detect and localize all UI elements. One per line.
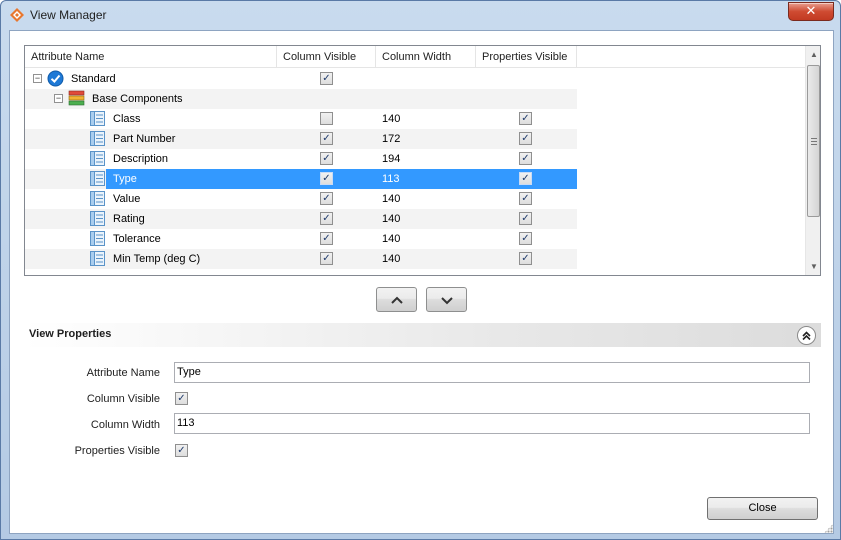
properties-visible-checkbox[interactable]: ✓ [519, 112, 532, 125]
attribute-icon [90, 191, 105, 206]
column-visible-checkbox[interactable]: ✓ [320, 172, 333, 185]
attribute-icon [90, 151, 105, 166]
column-visible-checkbox[interactable]: ✓ [320, 132, 333, 145]
attribute-name-label: Attribute Name [86, 367, 160, 379]
attribute-icon [90, 171, 105, 186]
table-row[interactable]: Type ✓ 113 ✓ [25, 169, 577, 189]
column-width-field[interactable]: 113 [174, 413, 810, 434]
attribute-name-cell: Min Temp (deg C) [113, 253, 201, 265]
column-width-cell[interactable]: 140 [382, 189, 400, 209]
collapse-toggle-icon[interactable]: − [54, 94, 63, 103]
column-visible-label: Column Visible [86, 393, 160, 405]
column-visible-checkbox[interactable]: ✓ [320, 212, 333, 225]
column-width-label: Column Width [90, 419, 160, 431]
app-logo-icon [10, 8, 24, 22]
attribute-icon [90, 131, 105, 146]
attribute-name-cell: Class [113, 113, 141, 125]
table-row[interactable]: − Standard ✓ [25, 69, 577, 89]
properties-visible-checkbox[interactable]: ✓ [175, 444, 188, 457]
attribute-name-cell: Standard [71, 73, 116, 85]
table-row[interactable]: Description ✓ 194 ✓ [25, 149, 577, 169]
resize-grip-icon[interactable] [824, 524, 833, 533]
attribute-name-cell: Value [113, 193, 141, 205]
scrollbar-thumb[interactable] [807, 65, 820, 217]
column-visible-checkbox[interactable]: ✓ [320, 232, 333, 245]
attribute-name-cell: Part Number [113, 133, 176, 145]
table-row[interactable]: Tolerance ✓ 140 ✓ [25, 229, 577, 249]
move-up-button[interactable] [376, 287, 417, 312]
window-close-button[interactable]: ✕ [788, 2, 834, 21]
view-properties-title: View Properties [29, 328, 112, 340]
column-visible-checkbox[interactable]: ✓ [320, 72, 333, 85]
collapse-toggle-icon[interactable]: − [33, 74, 42, 83]
properties-visible-checkbox[interactable]: ✓ [519, 132, 532, 145]
properties-visible-checkbox[interactable]: ✓ [519, 252, 532, 265]
chevron-up-icon [391, 296, 403, 304]
vertical-scrollbar[interactable]: ▲ ▼ [805, 46, 820, 275]
column-width-cell[interactable]: 140 [382, 109, 400, 129]
attribute-name-cell: Rating [113, 213, 145, 225]
column-width-cell[interactable]: 140 [382, 229, 400, 249]
attribute-name-cell: Tolerance [113, 233, 161, 245]
column-width-cell[interactable]: 140 [382, 209, 400, 229]
dialog-client-area: Attribute Name Column Visible Column Wid… [9, 30, 834, 534]
attribute-icon [90, 111, 105, 126]
column-width-cell[interactable]: 113 [382, 169, 400, 189]
title-bar[interactable]: View Manager ✕ [1, 1, 840, 29]
table-row[interactable]: Part Number ✓ 172 ✓ [25, 129, 577, 149]
attribute-name-cell: Type [113, 173, 137, 185]
selection-highlight [106, 169, 577, 189]
attribute-icon [90, 251, 105, 266]
table-row[interactable]: Class 140 ✓ [25, 109, 577, 129]
table-row[interactable]: Min Temp (deg C) ✓ 140 ✓ [25, 249, 577, 269]
stack-icon [68, 90, 85, 106]
close-button[interactable]: Close [707, 497, 818, 520]
column-visible-checkbox[interactable]: ✓ [320, 192, 333, 205]
chevron-down-icon [441, 297, 453, 305]
properties-visible-label: Properties Visible [74, 445, 160, 457]
properties-visible-checkbox[interactable]: ✓ [519, 212, 532, 225]
column-visible-checkbox[interactable]: ✓ [320, 252, 333, 265]
properties-visible-checkbox[interactable]: ✓ [519, 192, 532, 205]
scroll-up-arrow-icon[interactable]: ▲ [806, 46, 820, 63]
scrollbar-grip-icon [811, 138, 817, 145]
attribute-name-cell: Description [113, 153, 169, 165]
collapse-button[interactable] [797, 326, 816, 345]
attribute-tree-grid[interactable]: Attribute Name Column Visible Column Wid… [24, 45, 821, 276]
move-down-button[interactable] [426, 287, 467, 312]
attribute-name-cell: Base Components [92, 93, 183, 105]
properties-visible-checkbox[interactable]: ✓ [519, 172, 532, 185]
properties-visible-checkbox[interactable]: ✓ [519, 232, 532, 245]
properties-visible-checkbox[interactable]: ✓ [519, 152, 532, 165]
column-width-cell[interactable]: 140 [382, 249, 400, 269]
check-circle-icon [47, 70, 64, 87]
grid-header: Attribute Name Column Visible Column Wid… [25, 46, 805, 68]
attribute-icon [90, 211, 105, 226]
table-row[interactable]: − Base Components [25, 89, 577, 109]
column-width-cell[interactable]: 194 [382, 149, 400, 169]
scroll-down-arrow-icon[interactable]: ▼ [806, 258, 820, 275]
view-properties-header: View Properties [24, 323, 821, 347]
column-visible-checkbox[interactable]: ✓ [175, 392, 188, 405]
column-visible-checkbox[interactable]: ✓ [320, 152, 333, 165]
column-header-column-visible[interactable]: Column Visible [277, 46, 376, 68]
column-header-properties-visible[interactable]: Properties Visible [476, 46, 577, 68]
attribute-name-field[interactable]: Type [174, 362, 810, 383]
view-manager-window: View Manager ✕ Attribute Name Column Vis… [0, 0, 841, 540]
column-header-column-width[interactable]: Column Width [376, 46, 476, 68]
table-row[interactable]: Rating ✓ 140 ✓ [25, 209, 577, 229]
attribute-icon [90, 231, 105, 246]
table-row[interactable]: Value ✓ 140 ✓ [25, 189, 577, 209]
column-width-cell[interactable]: 172 [382, 129, 400, 149]
window-title: View Manager [30, 8, 107, 22]
column-header-attribute-name[interactable]: Attribute Name [25, 46, 277, 68]
column-visible-checkbox[interactable] [320, 112, 333, 125]
double-chevron-up-icon [802, 331, 811, 341]
